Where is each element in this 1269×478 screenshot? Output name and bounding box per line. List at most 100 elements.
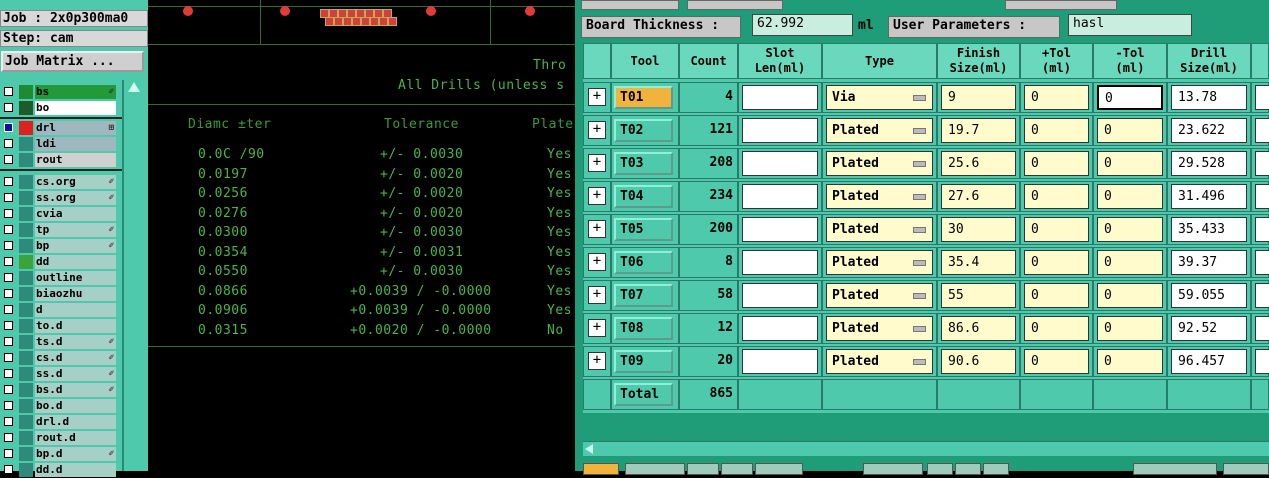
dropdown-arrow-icon[interactable]: [913, 359, 926, 365]
layer-checkbox[interactable]: [4, 417, 13, 426]
slot-length-input[interactable]: [742, 283, 818, 308]
drill-size-input[interactable]: 29.528: [1171, 151, 1247, 176]
layer-color-swatch[interactable]: [19, 153, 33, 167]
layer-color-swatch[interactable]: [19, 223, 33, 237]
tool-button[interactable]: T02: [614, 119, 673, 142]
row-expand-icon[interactable]: +: [588, 286, 606, 304]
layer-checkbox[interactable]: [4, 337, 13, 346]
layer-checkbox[interactable]: [4, 87, 13, 96]
bottom-button[interactable]: [721, 463, 753, 475]
layer-name[interactable]: ldi: [35, 137, 116, 151]
bottom-button[interactable]: [583, 463, 619, 475]
bottom-button[interactable]: [983, 463, 1009, 475]
layer-checkbox[interactable]: [4, 155, 13, 164]
type-dropdown[interactable]: Plated: [826, 283, 933, 308]
bottom-button[interactable]: [1223, 463, 1269, 475]
layer-name[interactable]: bo.d: [35, 399, 116, 413]
minus-tol-input[interactable]: 0: [1097, 118, 1163, 143]
horizontal-scrollbar[interactable]: [583, 441, 1269, 456]
layer-color-swatch[interactable]: [19, 239, 33, 253]
slot-length-input[interactable]: [742, 85, 818, 110]
type-dropdown[interactable]: Via: [826, 85, 933, 110]
dropdown-arrow-icon[interactable]: [913, 128, 926, 134]
slot-length-input[interactable]: [742, 349, 818, 374]
slot-length-input[interactable]: [742, 184, 818, 209]
layer-checkbox[interactable]: [4, 177, 13, 186]
bottom-button[interactable]: [955, 463, 981, 475]
plus-tol-input[interactable]: 0: [1024, 349, 1089, 374]
finish-size-input[interactable]: 90.6: [941, 349, 1016, 374]
layer-name[interactable]: to.d: [35, 319, 116, 333]
row-expand-icon[interactable]: +: [588, 319, 606, 337]
type-dropdown[interactable]: Plated: [826, 118, 933, 143]
minus-tol-input[interactable]: 0: [1097, 316, 1163, 341]
minus-tol-input[interactable]: 0: [1097, 283, 1163, 308]
layer-color-swatch[interactable]: [19, 137, 33, 151]
layer-checkbox[interactable]: [4, 209, 13, 218]
layer-name[interactable]: drl ⊞: [35, 121, 116, 135]
finish-size-input[interactable]: 9: [941, 85, 1016, 110]
overflow-input[interactable]: [1255, 118, 1269, 143]
slot-length-input[interactable]: [742, 316, 818, 341]
layer-checkbox[interactable]: [4, 139, 13, 148]
overflow-input[interactable]: [1255, 217, 1269, 242]
tool-button[interactable]: T04: [614, 185, 673, 208]
user-parameters-field[interactable]: hasl: [1068, 14, 1192, 36]
layer-name[interactable]: cs.d ✐: [35, 351, 116, 365]
overflow-input[interactable]: [1255, 250, 1269, 275]
bottom-button[interactable]: [755, 463, 803, 475]
overflow-input[interactable]: [1255, 151, 1269, 176]
row-expand-icon[interactable]: +: [588, 121, 606, 139]
layer-checkbox[interactable]: [4, 193, 13, 202]
overflow-input[interactable]: [1255, 283, 1269, 308]
layer-color-swatch[interactable]: [19, 175, 33, 189]
layer-name[interactable]: bp ✐: [35, 239, 116, 253]
layer-name[interactable]: dd: [35, 255, 116, 269]
layer-checkbox[interactable]: [4, 273, 13, 282]
layer-checkbox[interactable]: [4, 225, 13, 234]
layer-name[interactable]: tp ✐: [35, 223, 116, 237]
minus-tol-input[interactable]: 0: [1097, 349, 1163, 374]
tool-button[interactable]: T03: [614, 152, 673, 175]
top-button[interactable]: [1005, 0, 1117, 10]
layer-checkbox[interactable]: [4, 353, 13, 362]
layer-color-swatch[interactable]: [19, 463, 33, 477]
row-expand-icon[interactable]: +: [588, 88, 606, 106]
dropdown-arrow-icon[interactable]: [913, 326, 926, 332]
layer-color-swatch[interactable]: [19, 415, 33, 429]
layer-checkbox[interactable]: [4, 465, 13, 474]
layer-checkbox[interactable]: [4, 257, 13, 266]
minus-tol-input[interactable]: 0: [1097, 217, 1163, 242]
dropdown-arrow-icon[interactable]: [913, 95, 926, 101]
row-expand-icon[interactable]: +: [588, 187, 606, 205]
plus-tol-input[interactable]: 0: [1024, 85, 1089, 110]
drill-size-input[interactable]: 39.37: [1171, 250, 1247, 275]
tool-button[interactable]: T08: [614, 317, 673, 340]
layer-color-swatch[interactable]: [19, 271, 33, 285]
overflow-input[interactable]: [1255, 184, 1269, 209]
layer-color-swatch[interactable]: [19, 121, 33, 135]
slot-length-input[interactable]: [742, 118, 818, 143]
tool-button[interactable]: T09: [614, 350, 673, 373]
layer-name[interactable]: dd.d: [35, 463, 116, 477]
minus-tol-input[interactable]: 0: [1097, 250, 1163, 275]
tool-button[interactable]: T06: [614, 251, 673, 274]
row-expand-icon[interactable]: +: [588, 154, 606, 172]
layer-checkbox[interactable]: [4, 401, 13, 410]
layer-color-swatch[interactable]: [19, 431, 33, 445]
minus-tol-input[interactable]: 0: [1097, 151, 1163, 176]
layer-color-swatch[interactable]: [19, 255, 33, 269]
layer-color-swatch[interactable]: [19, 287, 33, 301]
finish-size-input[interactable]: 25.6: [941, 151, 1016, 176]
finish-size-input[interactable]: 19.7: [941, 118, 1016, 143]
tool-button[interactable]: T05: [614, 218, 673, 241]
slot-length-input[interactable]: [742, 217, 818, 242]
overflow-input[interactable]: [1255, 316, 1269, 341]
type-dropdown[interactable]: Plated: [826, 250, 933, 275]
dropdown-arrow-icon[interactable]: [913, 161, 926, 167]
bottom-button[interactable]: [687, 463, 719, 475]
layer-checkbox[interactable]: [4, 449, 13, 458]
layer-color-swatch[interactable]: [19, 319, 33, 333]
layer-checkbox[interactable]: [4, 321, 13, 330]
top-button[interactable]: [581, 0, 679, 10]
